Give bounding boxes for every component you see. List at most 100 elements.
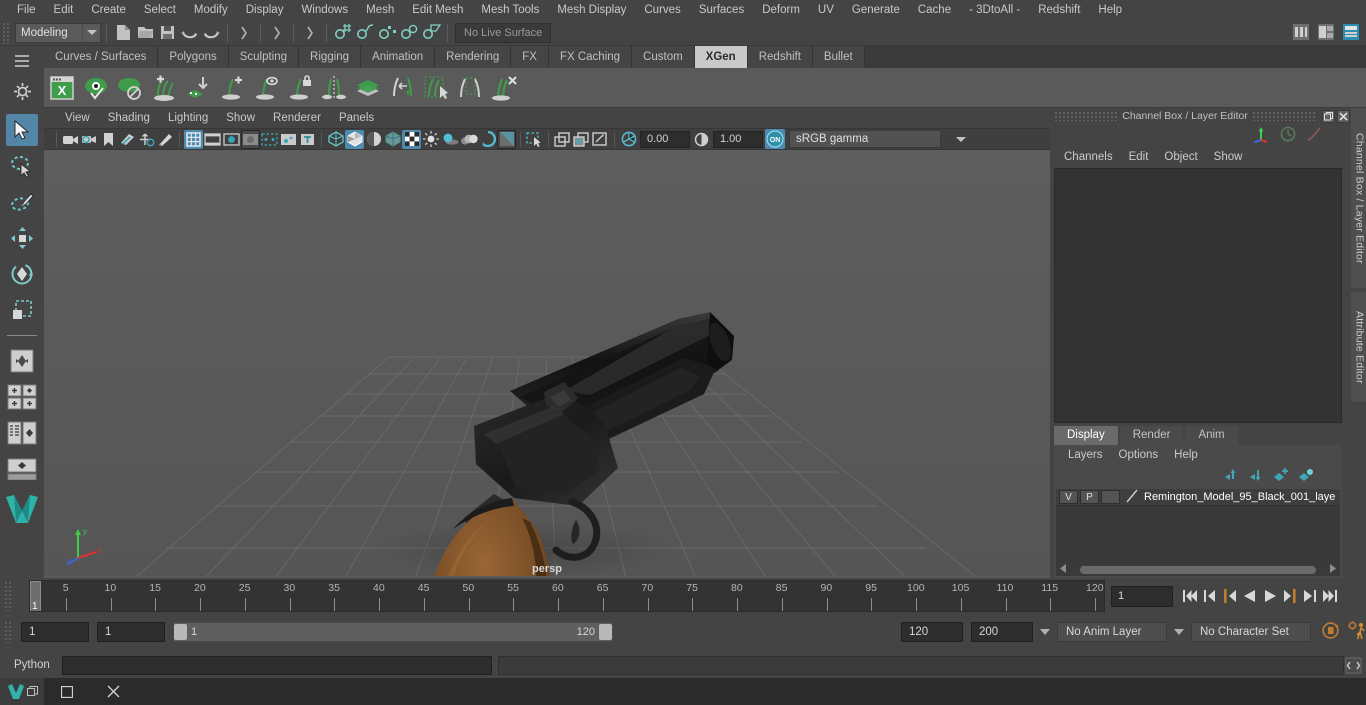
viewport-exposure-icon[interactable] bbox=[619, 130, 638, 149]
layer-menu-layers[interactable]: Layers bbox=[1060, 449, 1111, 461]
scale-tool-button[interactable] bbox=[6, 294, 38, 326]
two-d-pan-zoom-icon[interactable] bbox=[137, 130, 156, 149]
maximize-icon[interactable] bbox=[44, 678, 90, 705]
character-set-chevron-icon[interactable] bbox=[1167, 629, 1191, 635]
smooth-shade-all-icon[interactable] bbox=[345, 129, 364, 149]
menu-select[interactable]: Select bbox=[135, 0, 185, 20]
xgen-disable-preview-icon[interactable] bbox=[114, 72, 146, 104]
selection-mask-component-icon[interactable] bbox=[299, 22, 321, 44]
screen-space-ao-icon[interactable] bbox=[459, 130, 478, 149]
snap-layout-quad-button[interactable] bbox=[6, 381, 38, 413]
rotate-tool-button[interactable] bbox=[6, 258, 38, 290]
shelf-tab-xgen[interactable]: XGen bbox=[694, 46, 748, 68]
move-tool-manip-icon[interactable] bbox=[1252, 125, 1270, 146]
viewport-menu-show[interactable]: Show bbox=[217, 108, 264, 128]
snap-to-grids-icon[interactable] bbox=[332, 22, 354, 44]
selection-mask-object-icon[interactable] bbox=[266, 22, 288, 44]
show-hide-channel-box-icon[interactable] bbox=[1340, 21, 1362, 43]
move-layer-down-icon[interactable] bbox=[1248, 468, 1264, 485]
save-scene-icon[interactable] bbox=[156, 22, 178, 44]
layer-visibility-toggle[interactable]: V bbox=[1059, 490, 1078, 504]
exposure-field[interactable]: 0.00 bbox=[640, 130, 690, 148]
xgen-density-mask-icon[interactable] bbox=[352, 72, 384, 104]
xgen-lock-guide-icon[interactable] bbox=[284, 72, 316, 104]
wireframe-icon[interactable] bbox=[326, 130, 345, 149]
menu-curves[interactable]: Curves bbox=[635, 0, 689, 20]
shelf-tab-sculpting[interactable]: Sculpting bbox=[228, 46, 300, 68]
xgen-delete-guide-icon[interactable] bbox=[488, 72, 520, 104]
current-frame-field[interactable]: 1 bbox=[1111, 585, 1173, 607]
close-icon[interactable] bbox=[90, 678, 136, 705]
lasso-select-tool-button[interactable] bbox=[6, 150, 38, 182]
isolate-select-icon[interactable] bbox=[525, 130, 544, 149]
image-plane-icon[interactable] bbox=[118, 130, 137, 149]
show-hide-attribute-editor-icon[interactable] bbox=[1315, 21, 1337, 43]
selection-mask-hierarchy-icon[interactable] bbox=[233, 22, 255, 44]
menu-modify[interactable]: Modify bbox=[185, 0, 237, 20]
select-tool-button[interactable] bbox=[6, 114, 38, 146]
command-input-field[interactable] bbox=[62, 655, 492, 675]
vtab-attribute-editor[interactable]: Attribute Editor bbox=[1350, 292, 1366, 402]
channel-box-menu-edit[interactable]: Edit bbox=[1121, 151, 1157, 163]
paint-select-tool-button[interactable] bbox=[6, 186, 38, 218]
move-tool-button[interactable] bbox=[6, 222, 38, 254]
xgen-add-guide-icon[interactable] bbox=[216, 72, 248, 104]
shelf-tab-rendering[interactable]: Rendering bbox=[435, 46, 512, 68]
shaded-wire-toggle-icon[interactable] bbox=[383, 130, 402, 149]
viewport-menu-view[interactable]: View bbox=[56, 108, 99, 128]
menu-cache[interactable]: Cache bbox=[909, 0, 960, 20]
auto-keyframe-icon[interactable] bbox=[1321, 621, 1340, 643]
app-icon[interactable] bbox=[0, 678, 44, 705]
menu-create[interactable]: Create bbox=[82, 0, 135, 20]
animation-preferences-icon[interactable] bbox=[1348, 621, 1366, 643]
hscroll-thumb[interactable] bbox=[1080, 566, 1316, 574]
snap-to-points-icon[interactable] bbox=[376, 22, 398, 44]
grease-pencil-icon[interactable] bbox=[156, 130, 175, 149]
gate-mask-icon[interactable] bbox=[241, 129, 260, 149]
xgen-preview-icon[interactable] bbox=[80, 72, 112, 104]
channel-curve-icon[interactable] bbox=[1306, 126, 1322, 145]
grid-toggle-icon[interactable] bbox=[184, 129, 203, 149]
shelf-options-gear-icon[interactable] bbox=[11, 80, 33, 102]
shelf-tab-menu-icon[interactable] bbox=[11, 50, 33, 72]
step-forward-keyframe-icon[interactable] bbox=[1301, 585, 1319, 607]
menu-uv[interactable]: UV bbox=[809, 0, 843, 20]
animation-start-time-field[interactable]: 1 bbox=[21, 622, 89, 642]
new-layer-from-selected-icon[interactable] bbox=[1298, 468, 1314, 485]
textured-icon[interactable] bbox=[402, 129, 421, 149]
last-tool-used-button[interactable] bbox=[6, 345, 38, 377]
go-to-start-icon[interactable] bbox=[1181, 585, 1199, 607]
shelf-tab-custom[interactable]: Custom bbox=[632, 46, 695, 68]
layer-playback-toggle[interactable]: P bbox=[1080, 490, 1099, 504]
scroll-right-arrow-icon[interactable] bbox=[1328, 564, 1337, 576]
color-management-selector[interactable]: sRGB gamma bbox=[789, 130, 941, 148]
channel-box-menu-show[interactable]: Show bbox=[1206, 151, 1251, 163]
xray-icon[interactable] bbox=[553, 130, 572, 149]
layer-row[interactable]: V P Remington_Model_95_Black_001_laye bbox=[1056, 489, 1340, 506]
anim-layer-chevron-icon[interactable] bbox=[1033, 629, 1057, 635]
menu-redshift[interactable]: Redshift bbox=[1029, 0, 1089, 20]
single-perspective-view-button[interactable] bbox=[6, 453, 38, 485]
menu-mesh-display[interactable]: Mesh Display bbox=[548, 0, 635, 20]
menu-edit[interactable]: Edit bbox=[45, 0, 83, 20]
film-gate-icon[interactable] bbox=[203, 130, 222, 149]
multisample-anti-aliasing-icon[interactable] bbox=[497, 129, 516, 149]
timeslider-grip[interactable] bbox=[4, 581, 13, 611]
time-slider-playhead[interactable]: 1 bbox=[30, 581, 41, 611]
anim-layer-selector[interactable]: No Anim Layer bbox=[1057, 622, 1167, 642]
resolution-gate-icon[interactable] bbox=[222, 130, 241, 149]
layer-tab-display[interactable]: Display bbox=[1054, 426, 1118, 445]
viewport-menu-lighting[interactable]: Lighting bbox=[159, 108, 217, 128]
camera-attributes-icon[interactable] bbox=[80, 130, 99, 149]
safe-action-icon[interactable] bbox=[279, 130, 298, 149]
snap-to-view-planes-icon[interactable] bbox=[420, 22, 442, 44]
xgen-guide-select-icon[interactable] bbox=[420, 72, 452, 104]
menu-generate[interactable]: Generate bbox=[843, 0, 909, 20]
layer-menu-help[interactable]: Help bbox=[1166, 449, 1206, 461]
menu-mesh[interactable]: Mesh bbox=[357, 0, 403, 20]
play-forwards-icon[interactable] bbox=[1261, 585, 1279, 607]
shelf-tab-rigging[interactable]: Rigging bbox=[299, 46, 362, 68]
film-origin-icon[interactable] bbox=[260, 130, 279, 149]
show-hide-modeling-toolkit-icon[interactable] bbox=[1290, 21, 1312, 43]
shadows-icon[interactable] bbox=[440, 130, 459, 149]
